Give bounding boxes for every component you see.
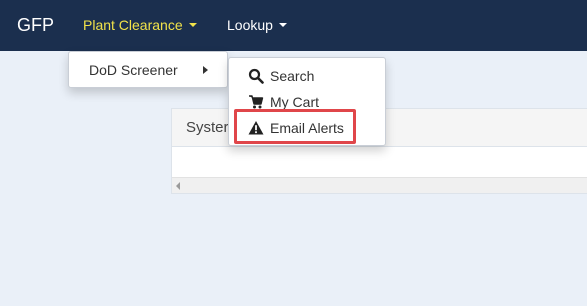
caret-down-icon — [278, 23, 287, 28]
cart-icon — [248, 94, 264, 110]
horizontal-scrollbar[interactable] — [172, 177, 587, 193]
nav-plant-clearance-label: Plant Clearance — [83, 17, 183, 33]
nav-lookup-label: Lookup — [227, 17, 273, 33]
nav-plant-clearance[interactable]: Plant Clearance — [83, 17, 197, 33]
submenu-item-my-cart-label: My Cart — [270, 94, 319, 110]
scroll-left-arrow-icon[interactable] — [176, 182, 180, 190]
brand-logo[interactable]: GFP — [17, 15, 54, 36]
plant-clearance-dropdown: DoD Screener — [68, 51, 228, 88]
nav-lookup[interactable]: Lookup — [227, 17, 287, 33]
menu-item-dod-screener-label: DoD Screener — [89, 62, 178, 78]
caret-down-icon — [188, 23, 197, 28]
caret-right-icon — [203, 66, 208, 74]
submenu-item-search-label: Search — [270, 68, 315, 84]
panel-body — [172, 147, 587, 177]
email-alerts-highlight-box — [234, 109, 356, 144]
menu-item-dod-screener[interactable]: DoD Screener — [69, 52, 227, 87]
top-navbar: GFP Plant Clearance Lookup — [0, 0, 587, 51]
search-icon — [248, 68, 264, 84]
submenu-item-search[interactable]: Search — [229, 63, 385, 89]
